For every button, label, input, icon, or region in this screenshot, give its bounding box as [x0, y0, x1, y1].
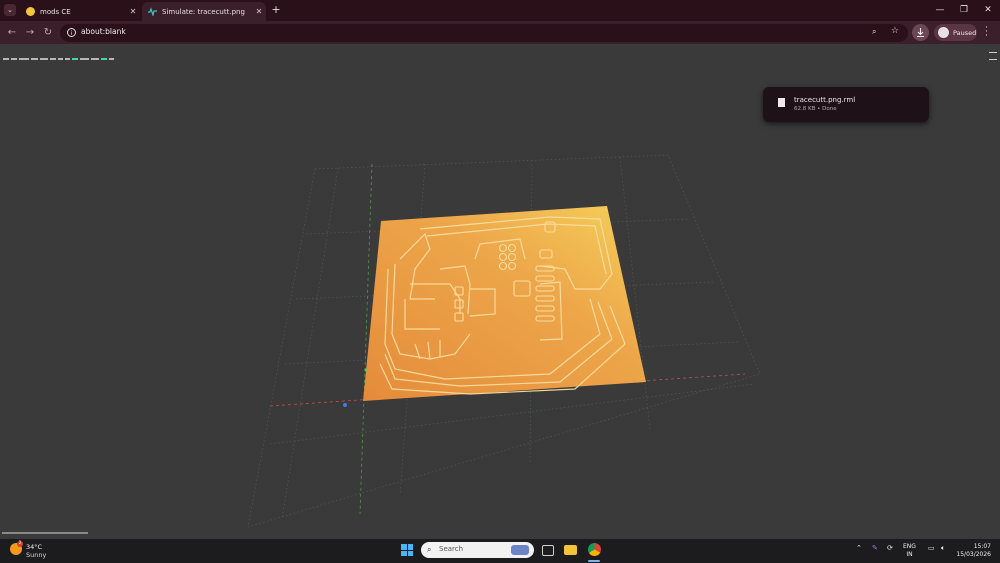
forward-button[interactable]: →: [23, 26, 37, 40]
clock-time: 15:07: [973, 543, 991, 550]
start-button[interactable]: [401, 544, 413, 556]
search-icon: ⌕: [427, 545, 432, 554]
waveform-favicon-icon: [148, 7, 157, 18]
download-bubble[interactable]: tracecutt.png.rml 62.8 KB • Done: [763, 87, 929, 122]
close-tab-icon[interactable]: ✕: [252, 7, 266, 16]
profile-status: Paused: [953, 28, 977, 37]
new-tab-button[interactable]: +: [270, 4, 282, 16]
tab-search-button[interactable]: ⌄: [4, 4, 16, 16]
tab-mods-ce[interactable]: mods CE ✕: [20, 2, 140, 21]
tab-strip: ⌄ mods CE ✕ Simulate: tracecutt.png ✕ + …: [0, 0, 1000, 21]
file-explorer-icon[interactable]: [564, 545, 577, 555]
mods-favicon-icon: [26, 7, 35, 16]
volume-icon[interactable]: 🔈︎: [941, 544, 945, 553]
monitor-icon[interactable]: ▭: [928, 544, 935, 552]
browser-chrome: ⌄ mods CE ✕ Simulate: tracecutt.png ✕ + …: [0, 0, 1000, 44]
file-icon: [778, 98, 785, 107]
axis-marker: [364, 368, 368, 372]
show-hidden-icons[interactable]: ⌃: [856, 544, 862, 552]
url-text[interactable]: about:blank: [81, 27, 126, 36]
tab-title: mods CE: [40, 7, 71, 16]
close-window-button[interactable]: ✕: [974, 2, 1000, 18]
region-code: IN: [906, 551, 913, 558]
weather-temp[interactable]: 34°C: [26, 543, 42, 551]
address-bar[interactable]: i about:blank ⌕ ☆: [60, 24, 908, 42]
back-button[interactable]: ←: [5, 26, 19, 40]
kebab-menu-icon[interactable]: · · ·: [985, 24, 988, 41]
download-filename[interactable]: tracecutt.png.rml: [794, 96, 855, 104]
tab-simulate[interactable]: Simulate: tracecutt.png ✕: [142, 2, 266, 21]
sync-icon[interactable]: ⟳: [887, 544, 893, 552]
weather-badge: 2: [17, 541, 23, 547]
reload-button[interactable]: ↻: [41, 26, 55, 40]
close-tab-icon[interactable]: ✕: [126, 7, 140, 16]
toolbar: ← → ↻ i about:blank ⌕ ☆ Paused · · ·: [0, 21, 1000, 44]
profile-button[interactable]: Paused: [934, 24, 977, 41]
taskbar-search[interactable]: ⌕ Search: [421, 542, 534, 558]
zoom-icon[interactable]: ⌕: [872, 27, 882, 37]
site-info-icon[interactable]: i: [67, 28, 76, 37]
chrome-icon[interactable]: [588, 543, 601, 556]
taskbar: 2 34°C Sunny ⌕ Search ⌃ ✎ ⟳ ENG IN ▭ 🔈︎ …: [0, 539, 1000, 563]
bookmark-star-icon[interactable]: ☆: [891, 26, 899, 36]
footer-status-text: [2, 532, 88, 534]
downloads-button[interactable]: [912, 24, 929, 41]
search-placeholder: Search: [439, 545, 464, 553]
clock-date: 15/03/2026: [956, 551, 991, 558]
active-app-indicator: [588, 560, 600, 562]
weather-condition[interactable]: Sunny: [26, 551, 46, 559]
system-clock[interactable]: 15:07 15/03/2026: [955, 543, 991, 559]
origin-marker: [343, 403, 347, 407]
task-view-icon[interactable]: [542, 545, 554, 556]
avatar: [938, 27, 949, 38]
search-highlight-icon: [511, 545, 529, 555]
pen-icon[interactable]: ✎: [872, 544, 878, 552]
language-code: ENG: [903, 543, 916, 550]
simulation-viewport[interactable]: tracecutt.png.rml 62.8 KB • Done: [0, 44, 1000, 539]
language-indicator[interactable]: ENG IN: [903, 543, 916, 559]
tab-title: Simulate: tracecutt.png: [162, 7, 245, 16]
download-status: 62.8 KB • Done: [794, 106, 837, 112]
